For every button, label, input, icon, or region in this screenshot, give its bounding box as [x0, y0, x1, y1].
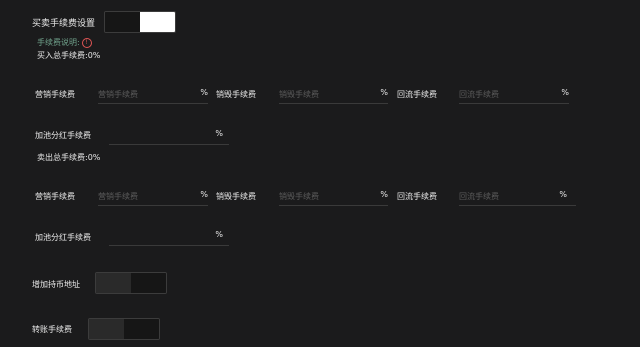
sell-total-value: 0% — [87, 153, 101, 162]
toggle-off-segment — [105, 12, 140, 32]
warning-circle-icon: ! — [81, 37, 92, 48]
fee-settings-title: 买卖手续费设置 — [32, 19, 96, 29]
add-holder-toggle[interactable] — [95, 272, 167, 294]
sell-reflow-input[interactable] — [459, 189, 560, 203]
sell-total-fee: 卖出总手续费:0% — [37, 152, 100, 163]
sell-dividend-label: 加池分红手续费 — [35, 233, 91, 242]
sell-marketing-input[interactable] — [98, 189, 192, 203]
buy-total-value: 0% — [87, 51, 101, 60]
percent-sign: % — [200, 88, 208, 97]
fee-settings-toggle[interactable] — [104, 11, 176, 33]
percent-sign: % — [200, 190, 208, 199]
sell-total-label: 卖出总手续费: — [37, 153, 88, 162]
buy-marketing-input[interactable] — [98, 87, 192, 101]
buy-dividend-input[interactable] — [109, 128, 213, 142]
buy-burn-field: % — [279, 87, 388, 104]
toggle-on-segment — [140, 12, 175, 32]
buy-dividend-label: 加池分红手续费 — [35, 131, 91, 140]
sell-burn-input[interactable] — [279, 189, 372, 203]
buy-burn-input[interactable] — [279, 87, 372, 101]
fee-explain-label: 手续费说明: — [37, 38, 80, 47]
sell-dividend-input[interactable] — [109, 229, 213, 243]
percent-sign: % — [215, 129, 223, 138]
buy-marketing-field: % — [98, 87, 208, 104]
buy-reflow-label: 回流手续费 — [397, 90, 437, 99]
toggle-on-segment — [131, 273, 166, 293]
buy-reflow-input[interactable] — [459, 87, 553, 101]
buy-burn-label: 销毁手续费 — [216, 90, 256, 99]
sell-dividend-field: % — [109, 229, 229, 246]
buy-total-fee: 买入总手续费:0% — [37, 50, 100, 61]
toggle-off-segment — [89, 319, 124, 339]
fee-explain-link[interactable]: 手续费说明:! — [37, 37, 92, 48]
sell-burn-label: 销毁手续费 — [216, 192, 256, 201]
buy-reflow-field: % — [459, 87, 569, 104]
buy-marketing-label: 营销手续费 — [35, 90, 75, 99]
buy-dividend-field: % — [109, 128, 229, 145]
buy-total-label: 买入总手续费: — [37, 51, 88, 60]
transfer-fee-label: 转账手续费 — [32, 325, 72, 334]
add-holder-label: 增加持币地址 — [32, 280, 80, 289]
sell-marketing-field: % — [98, 189, 208, 206]
sell-reflow-field: % — [459, 189, 576, 206]
sell-marketing-label: 营销手续费 — [35, 192, 75, 201]
sell-reflow-label: 回流手续费 — [397, 192, 437, 201]
transfer-fee-toggle[interactable] — [88, 318, 160, 340]
percent-sign: % — [380, 88, 388, 97]
percent-sign: % — [215, 230, 223, 239]
percent-sign: % — [561, 88, 569, 97]
toggle-off-segment — [96, 273, 131, 293]
toggle-on-segment — [124, 319, 159, 339]
sell-burn-field: % — [279, 189, 388, 206]
percent-sign: % — [380, 190, 388, 199]
percent-sign: % — [559, 190, 567, 199]
